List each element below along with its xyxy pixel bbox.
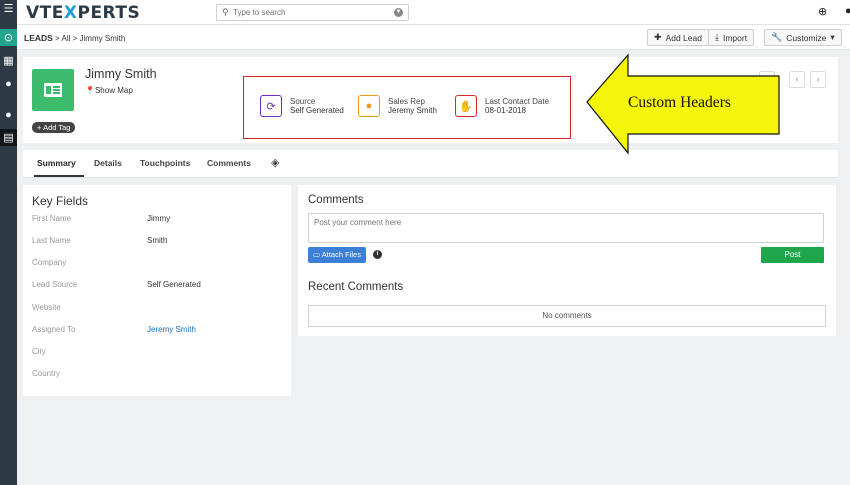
add-tag-button[interactable]: + Add Tag [32,122,76,133]
breadcrumb-record: Jimmy Smith [79,34,126,43]
custom-headers-box: ⟳ Source Self Generated ● Sales Rep Jere… [243,76,571,139]
caret-down-icon: ▾ [830,32,835,42]
tab-comments[interactable]: Comments [207,158,251,168]
field-last-name: Last Name Smith [32,236,168,245]
info-icon[interactable]: i [373,250,382,259]
top-bar: VTEXPERTS ⚲ ▼ ⊕ ● [17,0,850,25]
field-country: Country [32,369,61,378]
breadcrumb-sep: > [72,34,78,43]
key-fields-panel: Key Fields First Name Jimmy Last Name Sm… [23,185,291,396]
wrench-icon: 🔧 [771,32,783,42]
laptop-icon: ▭ [313,250,322,259]
lead-card-icon [32,69,74,111]
home-icon[interactable]: ⊙ [0,29,17,46]
breadcrumb-bar: LEADS > All > Jimmy Smith ✚ Add Lead ⤓ Imp… [17,25,850,50]
field-website: Website [32,303,61,312]
comments-panel: Comments ▭ Attach Files i Post Recent Co… [298,185,836,336]
building-icon[interactable]: ▦ [0,52,17,69]
customize-button[interactable]: 🔧 Customize ▾ [764,29,842,46]
breadcrumb-module[interactable]: LEADS [24,33,53,43]
global-search[interactable]: ⚲ ▼ [216,4,409,21]
user-menu-icon[interactable]: ● [845,5,850,17]
chevron-down-icon[interactable]: ▼ [394,8,403,17]
prev-record-button[interactable]: ‹ [789,71,805,88]
import-button[interactable]: ⤓ Import [708,29,755,46]
custom-header-label: Sales Rep [388,97,425,106]
field-city: City [32,347,46,356]
handshake-icon: ✋ [455,95,477,117]
show-map-link[interactable]: 📍Show Map [85,86,133,95]
comments-title: Comments [308,194,364,206]
leads-card-icon[interactable]: ▤ [0,129,17,146]
tab-touchpoints[interactable]: Touchpoints [140,158,190,168]
breadcrumb-sep: > [55,34,60,43]
field-company: Company [32,258,67,267]
recent-comments-title: Recent Comments [308,281,404,293]
add-lead-button[interactable]: ✚ Add Lead [647,29,709,46]
logo[interactable]: VTEXPERTS [26,3,140,23]
left-sidebar: ☰ ⊙ ▦ ● ● ▤ [0,0,17,485]
tab-summary[interactable]: Summary [37,158,76,168]
no-comments-message: No comments [308,305,826,327]
plus-icon: ✚ [654,32,662,42]
tab-details[interactable]: Details [94,158,122,168]
comment-input[interactable] [308,213,824,243]
key-fields-title: Key Fields [32,194,89,208]
breadcrumb-all[interactable]: All [62,34,71,43]
person-icon[interactable]: ● [0,106,17,123]
active-tab-indicator [34,175,84,177]
field-assigned-to: Assigned To Jeremy Smith [32,325,196,334]
refresh-icon: ⟳ [260,95,282,117]
search-input[interactable] [233,6,383,19]
attach-files-button[interactable]: ▭ Attach Files [308,247,366,263]
custom-header-value: Self Generated [290,106,344,115]
moneybag-icon[interactable]: ● [0,75,17,92]
post-button[interactable]: Post [761,247,824,263]
custom-header-label: Last Contact Date [485,97,550,106]
add-circle-icon[interactable]: ⊕ [818,5,827,18]
custom-header-value: 08-01-2018 [485,106,526,115]
next-record-button[interactable]: › [810,71,826,88]
menu-icon[interactable]: ☰ [0,0,17,17]
field-lead-source: Lead Source Self Generated [32,280,201,289]
breadcrumb: LEADS > All > Jimmy Smith [24,33,125,43]
annotation-text: Custom Headers [628,94,731,111]
search-icon: ⚲ [222,7,229,17]
more-modules-icon[interactable]: ◈ [271,156,279,169]
user-icon: ● [358,95,380,117]
download-icon: ⤓ [715,32,719,42]
map-pin-icon: 📍 [85,86,95,95]
field-first-name: First Name Jimmy [32,214,171,223]
record-name: Jimmy Smith [85,67,157,81]
custom-header-label: Source [290,97,316,106]
custom-header-value: Jeremy Smith [388,106,437,115]
